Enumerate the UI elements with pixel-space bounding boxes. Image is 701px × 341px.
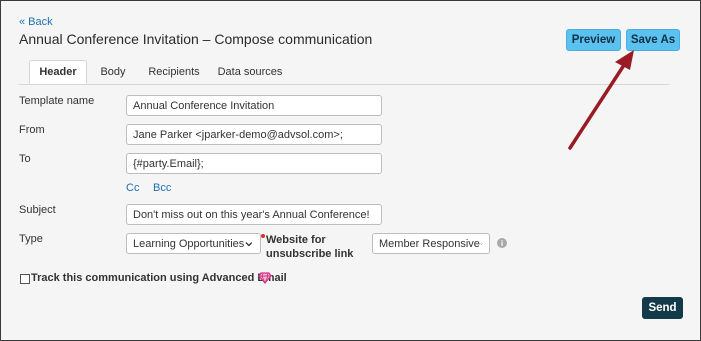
annotation-arrow: [568, 50, 634, 150]
